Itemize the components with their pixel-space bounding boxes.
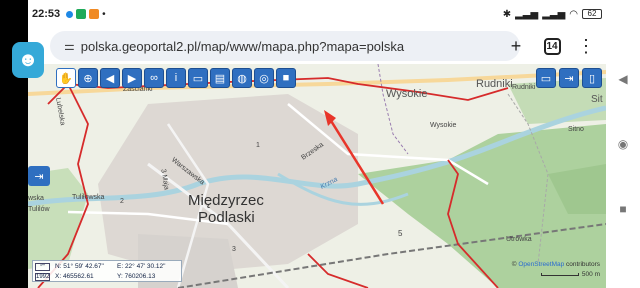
- area-number-3: 3: [232, 246, 236, 253]
- tuliłowska-label: Tuliłowska: [72, 194, 105, 201]
- signal-icon-2: ▂▃▅: [542, 8, 566, 20]
- sitno-label: Sitno: [568, 126, 584, 133]
- export-icon: ⇥: [564, 72, 574, 85]
- coord-e: E: 22° 47' 30.12": [117, 263, 166, 270]
- back-button[interactable]: ◀: [100, 68, 120, 88]
- notification-dot-icon: [66, 10, 74, 18]
- target-icon: ◎: [259, 72, 269, 85]
- app-notification-icon: [76, 9, 87, 19]
- status-bar: 22:53 • ✱ ▂▃▅ ▂▃▅ ◠ 62: [28, 0, 606, 28]
- signal-icon: ▂▃▅: [515, 8, 539, 20]
- back-triangle-icon: ◀: [618, 72, 628, 86]
- map-toolbar: ✋ ⊕ ◀ ▶ ∞ i ▭ ▤ ◍ ◎ ■: [56, 68, 296, 88]
- tab-switcher-button[interactable]: 14: [540, 34, 564, 58]
- coord-n: N: 51° 59' 42.67": [55, 263, 104, 270]
- link-icon: ∞: [150, 72, 158, 84]
- rudniki-small-label: Rudniki: [512, 84, 536, 91]
- layers-button[interactable]: ⇥: [28, 166, 50, 186]
- scale-line: [540, 273, 579, 276]
- print-icon: ▤: [214, 72, 226, 85]
- rudniki-label: Rudniki: [476, 78, 513, 90]
- measure-button[interactable]: ▭: [188, 68, 208, 88]
- info-button[interactable]: i: [166, 68, 186, 88]
- forward-arrow-icon: ▶: [127, 72, 137, 85]
- address-bar[interactable]: ⚌ polska.geoportal2.pl/map/www/mapa.php?…: [50, 31, 520, 61]
- bluetooth-icon: ✱: [502, 8, 512, 20]
- screen: 22:53 • ✱ ▂▃▅ ▂▃▅ ◠ 62 ⚌ polska.geoporta…: [0, 0, 640, 288]
- map-canvas[interactable]: [28, 64, 606, 288]
- area-number-5: 5: [398, 229, 403, 238]
- recents-nav-button[interactable]: ■: [616, 202, 630, 216]
- target-button[interactable]: ◎: [254, 68, 274, 88]
- coord-system-1992[interactable]: 1992: [35, 273, 50, 281]
- wysokie-label: Wysokie: [386, 88, 428, 100]
- coord-system-degrees[interactable]: °'": [35, 263, 50, 271]
- map-attribution: © OpenStreetMap contributors: [512, 261, 600, 268]
- window-icon: ▭: [540, 72, 552, 85]
- info-icon: i: [174, 72, 178, 84]
- home-nav-button[interactable]: ◉: [616, 137, 630, 151]
- plus-icon: +: [510, 35, 522, 56]
- print-button[interactable]: ▤: [210, 68, 230, 88]
- measure-icon: ▭: [192, 72, 204, 85]
- wifi-icon: ◠: [569, 8, 578, 20]
- area-number-2: 2: [120, 198, 124, 205]
- zoom-button[interactable]: ⊕: [78, 68, 98, 88]
- city-label-line1: Międzyrzec: [188, 192, 264, 209]
- status-icons: ✱ ▂▃▅ ▂▃▅ ◠ 62: [503, 9, 602, 20]
- site-settings-icon[interactable]: ⚌: [64, 39, 75, 53]
- battery-icon: 62: [582, 9, 602, 19]
- browser-menu-button[interactable]: ⋮: [574, 34, 598, 58]
- accessibility-button[interactable]: ☻: [12, 42, 44, 78]
- map-view[interactable]: Międzyrzec Podlaski Wysokie Wysokie Rudn…: [28, 64, 606, 288]
- video-icon: ■: [282, 72, 290, 84]
- export-button[interactable]: ⇥: [559, 68, 579, 88]
- panel-icon: ▯: [588, 72, 596, 85]
- window-button[interactable]: ▭: [536, 68, 556, 88]
- kebab-menu-icon: ⋮: [577, 35, 595, 56]
- globe-icon: ◍: [237, 72, 247, 85]
- back-arrow-icon: ◀: [105, 72, 115, 85]
- zoom-icon: ⊕: [83, 72, 93, 85]
- app-notification-icon-2: [89, 9, 100, 19]
- status-time: 22:53: [32, 8, 61, 20]
- utrowka-label: Utrówka: [506, 236, 532, 243]
- coord-x: X: 465562.61: [55, 273, 94, 280]
- more-notifications-icon: •: [102, 8, 106, 20]
- sit-label: Sit: [591, 94, 603, 105]
- coord-y: Y: 760206.13: [117, 273, 156, 280]
- tab-count: 14: [543, 37, 561, 55]
- pan-hand-icon: ✋: [59, 72, 73, 85]
- link-button[interactable]: ∞: [144, 68, 164, 88]
- browser-toolbar: ⚌ polska.geoportal2.pl/map/www/mapa.php?…: [28, 28, 606, 64]
- city-label-line2: Podlaski: [198, 209, 255, 226]
- panel-button[interactable]: ▯: [582, 68, 602, 88]
- url-text: polska.geoportal2.pl/map/www/mapa.php?ma…: [80, 38, 405, 54]
- coordinates-panel: °'" 1992 N: 51° 59' 42.67" E: 22° 47' 30…: [32, 260, 182, 282]
- back-nav-button[interactable]: ◀: [616, 72, 630, 86]
- tuliłow-label: Tulilów: [28, 206, 50, 213]
- osm-link[interactable]: OpenStreetMap: [518, 261, 564, 268]
- pan-button[interactable]: ✋: [56, 68, 76, 88]
- attribution-suffix: contributors: [564, 261, 600, 268]
- map-toolbar-right: ▭ ⇥ ▯: [536, 68, 602, 88]
- new-tab-button[interactable]: +: [504, 34, 528, 58]
- layers-icon: ⇥: [34, 170, 44, 183]
- recents-square-icon: ■: [619, 202, 627, 216]
- wska-label: wska: [28, 195, 44, 202]
- video-button[interactable]: ■: [276, 68, 296, 88]
- home-circle-icon: ◉: [617, 137, 629, 151]
- system-nav-bar: ◀ ◉ ■: [606, 0, 640, 288]
- area-number-1: 1: [256, 142, 260, 149]
- forward-button[interactable]: ▶: [122, 68, 142, 88]
- scale-label: 500 m: [581, 271, 600, 278]
- scale-bar: 500 m: [540, 271, 600, 278]
- accessibility-person-icon: ☻: [17, 48, 39, 71]
- wysokie-small-label: Wysokie: [430, 122, 457, 129]
- globe-button[interactable]: ◍: [232, 68, 252, 88]
